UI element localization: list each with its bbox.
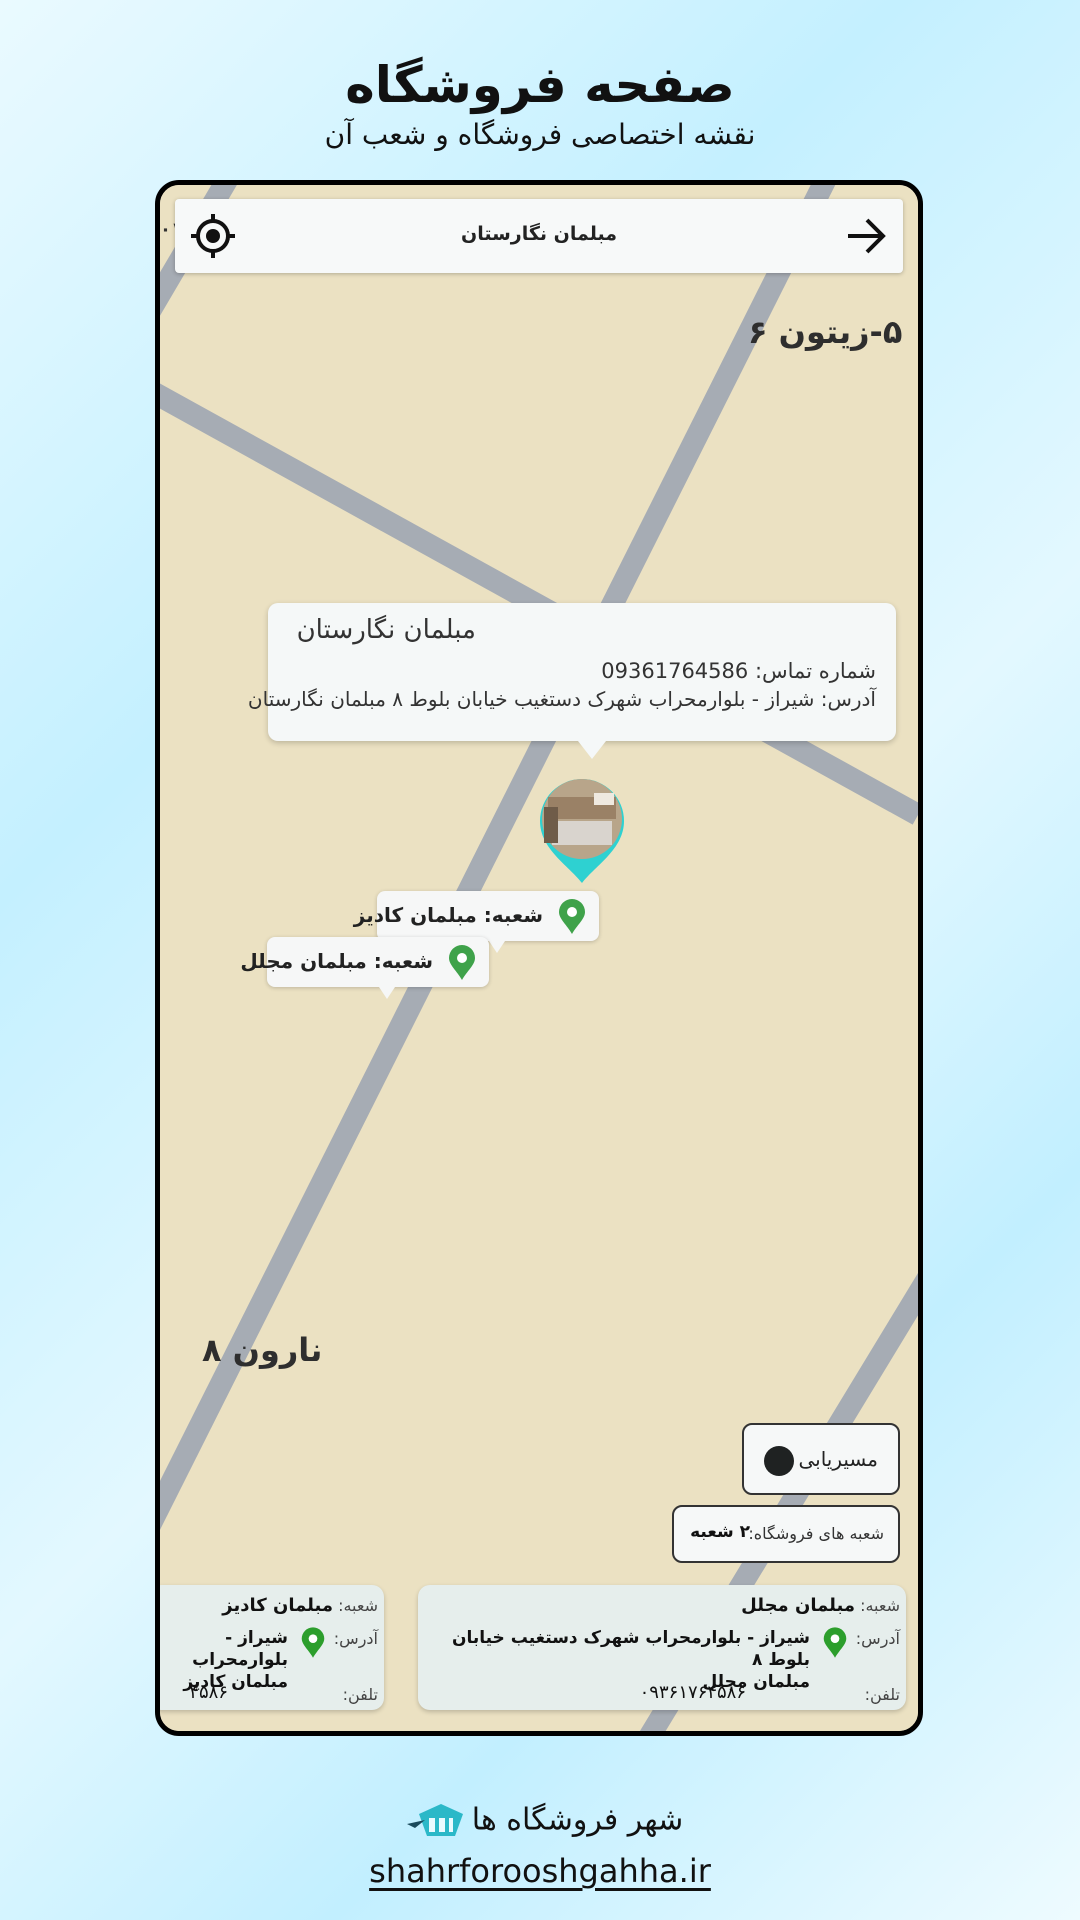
street-label: ۵-زیتون ۶ <box>748 313 903 351</box>
location-pin-icon <box>559 899 585 934</box>
footer-url-link[interactable]: shahrforooshgahha.ir <box>0 1852 1080 1890</box>
address-line: شیراز - بلوارمحراب شهرک دستغیب خیابان بل… <box>451 1628 810 1670</box>
branch-key: شعبه: <box>860 1596 900 1615</box>
branch-card[interactable]: شعبه: مبلمان مجلل آدرس: شیراز - بلوارمحر… <box>418 1585 906 1710</box>
phone-frame: ۰۱ ۵-زیتون ۶ نارون ۸ مبلمان نگارستان مبل… <box>155 180 923 1736</box>
street-label: نارون ۸ <box>202 1331 323 1369</box>
location-pin-icon <box>449 945 475 980</box>
brand-name: شهر فروشگاه ها <box>471 1802 684 1838</box>
arrow-back-icon[interactable] <box>845 216 887 256</box>
app-bar: مبلمان نگارستان <box>175 199 903 273</box>
branch-name: مبلمان مجلل <box>741 1595 855 1616</box>
location-pin-icon <box>823 1627 847 1658</box>
page-subtitle: نقشه اختصاصی فروشگاه و شعب آن <box>324 118 756 151</box>
routing-button[interactable]: مسیریابی <box>742 1423 900 1495</box>
branch-count-value: ۲ شعبه <box>690 1522 750 1542</box>
branch-key: شعبه: <box>338 1596 378 1615</box>
branch-phone[interactable]: ۴۵۸۶ <box>189 1682 228 1703</box>
branch-tag[interactable]: شعبه: مبلمان مجلل <box>240 937 489 999</box>
store-address: آدرس: شیراز - بلوارمحراب شهرک دستغیب خیا… <box>247 687 876 711</box>
branch-count-button[interactable]: شعبه های فروشگاه: ۲ شعبه <box>672 1505 900 1563</box>
store-phone: شماره تماس: 09361764586 <box>601 659 876 683</box>
address-line: شیراز - بلوارمحراب <box>192 1628 288 1670</box>
branch-phone[interactable]: ۰۹۳۶۱۷۶۴۵۸۶ <box>640 1682 746 1703</box>
store-marker[interactable] <box>538 777 626 885</box>
brand-logo-icon <box>406 1804 463 1836</box>
address-key: آدرس: <box>855 1629 900 1648</box>
phone-key: تلفن: <box>864 1685 900 1704</box>
phone-key: تلفن: <box>342 1685 378 1704</box>
footer-brand: شهر فروشگاه ها <box>0 1800 1080 1840</box>
routing-dot-icon <box>764 1446 794 1476</box>
branch-count-label: شعبه های فروشگاه: <box>748 1524 884 1543</box>
branch-tag-label: شعبه: مبلمان کادیز <box>353 903 543 927</box>
address-line: مبلمان مجلل <box>702 1672 810 1692</box>
store-name: مبلمان نگارستان <box>296 615 476 645</box>
address-key: آدرس: <box>333 1629 378 1648</box>
page-title: صفحه فروشگاه <box>345 56 735 114</box>
branch-tag-label: شعبه: مبلمان مجلل <box>240 949 433 973</box>
location-pin-icon <box>301 1627 325 1658</box>
branch-tag[interactable]: شعبه: مبلمان کادیز <box>354 891 599 953</box>
store-info-popup[interactable]: مبلمان نگارستان شماره تماس: 09361764586 … <box>248 603 896 759</box>
routing-label: مسیریابی <box>798 1447 878 1471</box>
app-bar-title: مبلمان نگارستان <box>460 223 618 245</box>
branch-name: مبلمان کادیز <box>222 1595 333 1616</box>
branch-card[interactable]: شعبه: مبلمان کادیز آدرس: شیراز - بلوارمح… <box>160 1585 384 1710</box>
